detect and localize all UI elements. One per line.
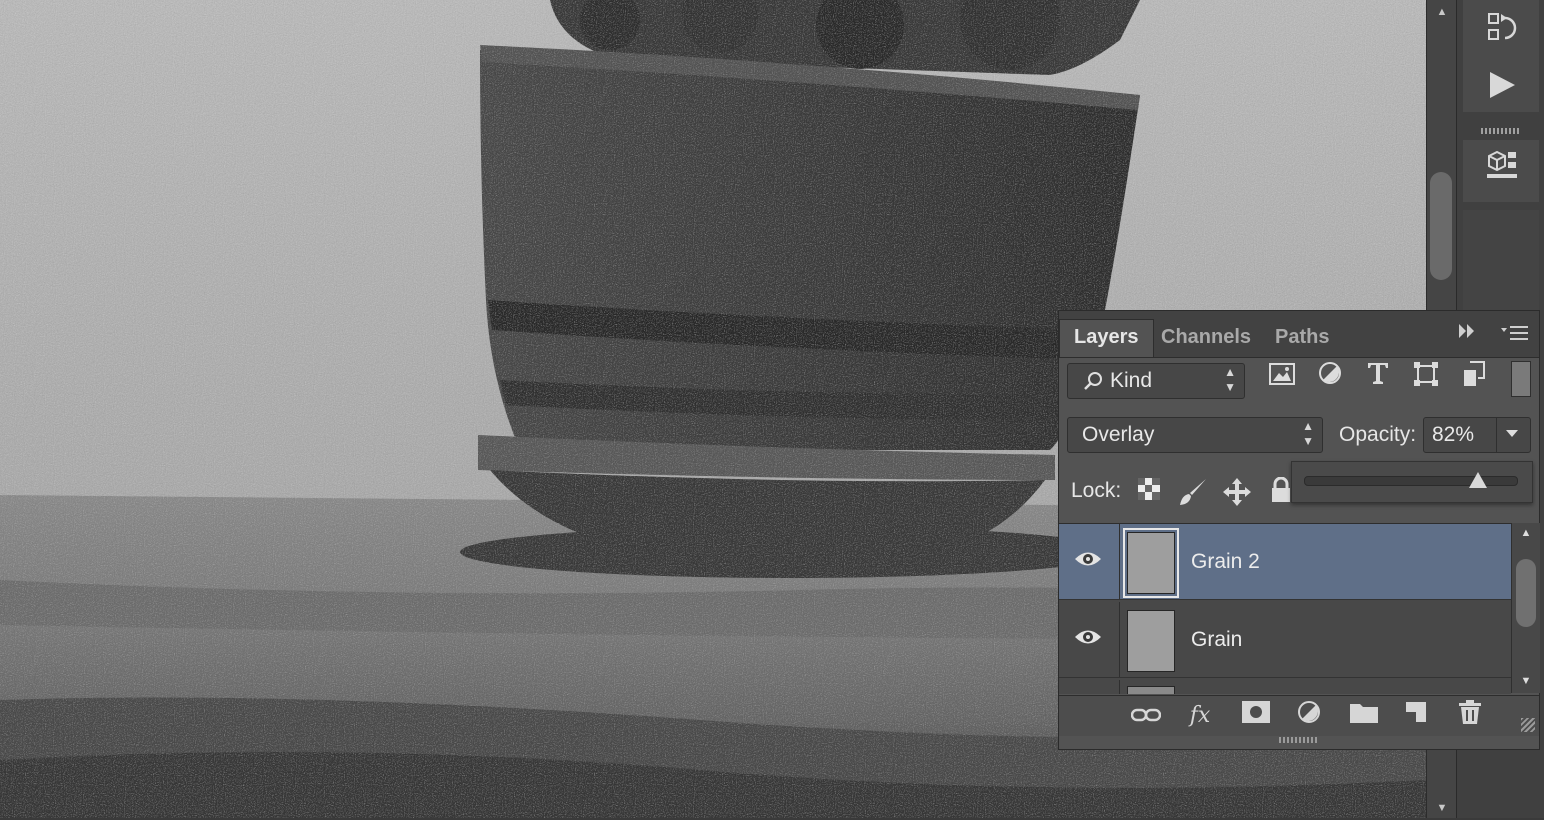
lock-transparency-icon[interactable] (1133, 477, 1165, 509)
opacity-slider-popup[interactable] (1291, 461, 1533, 503)
lock-move-icon[interactable] (1221, 477, 1253, 509)
add-mask-icon[interactable] (1239, 700, 1273, 732)
layer-row-partial (1059, 680, 1511, 694)
layer-name[interactable]: Grain 2 (1191, 524, 1260, 600)
layers-bottom-toolbar: fx (1059, 695, 1539, 736)
lock-label: Lock: (1071, 479, 1122, 502)
shape-layer-filter-icon[interactable] (1409, 361, 1443, 395)
new-layer-icon[interactable] (1399, 700, 1433, 732)
link-layers-icon[interactable] (1129, 700, 1163, 732)
layer-row[interactable]: Grain 2 (1059, 524, 1511, 600)
opacity-divider (1496, 418, 1497, 452)
kind-label: Kind (1110, 369, 1153, 392)
row-divider (1119, 680, 1120, 694)
opacity-slider-handle[interactable] (1468, 472, 1487, 488)
chevron-updown-icon: ▲ ▼ (1224, 365, 1236, 394)
dock-group-1 (1463, 0, 1539, 112)
layer-row[interactable]: Grain (1059, 602, 1511, 678)
scroll-down-arrow[interactable]: ▼ (1512, 675, 1540, 687)
smart-object-filter-icon[interactable] (1457, 361, 1491, 395)
chevron-updown-icon: ▲ ▼ (1302, 419, 1314, 448)
filter-toggle-switch[interactable] (1511, 361, 1531, 397)
layers-scroll-thumb[interactable] (1516, 559, 1536, 627)
type-layer-filter-icon[interactable] (1361, 361, 1395, 395)
visibility-eye-icon[interactable] (1073, 546, 1103, 576)
layer-style-fx-icon[interactable]: fx (1183, 700, 1217, 732)
dropdown-arrow-icon[interactable] (1506, 430, 1518, 437)
scroll-down-arrow[interactable]: ▼ (1427, 796, 1457, 820)
panel-tab-bar: Layers Channels Paths (1059, 311, 1539, 358)
scroll-up-arrow[interactable]: ▲ (1512, 527, 1540, 539)
layer-name[interactable]: Grain (1191, 602, 1242, 678)
layers-scrollbar[interactable]: ▲ ▼ (1511, 523, 1540, 693)
layers-panel: Layers Channels Paths Kind ▲ ▼ Overlay ▲ ▼… (1058, 310, 1540, 750)
layers-list: Grain 2 Grain (1059, 523, 1511, 694)
layer-kind-filter-select[interactable]: Kind ▲ ▼ (1067, 363, 1245, 399)
visibility-eye-icon[interactable] (1073, 624, 1103, 654)
row-divider (1119, 602, 1120, 677)
history-icon[interactable] (1485, 10, 1519, 44)
play-icon[interactable] (1485, 68, 1519, 102)
dock-group-2 (1463, 140, 1539, 202)
new-adjustment-layer-icon[interactable] (1293, 700, 1327, 732)
scroll-up-arrow[interactable]: ▲ (1427, 0, 1457, 24)
search-icon (1082, 364, 1104, 398)
adjustment-layer-filter-icon[interactable] (1313, 361, 1347, 395)
collapse-panel-icon[interactable] (1457, 321, 1477, 347)
scroll-thumb[interactable] (1430, 172, 1452, 280)
lock-brush-icon[interactable] (1177, 477, 1209, 509)
blend-mode-select[interactable]: Overlay ▲ ▼ (1067, 417, 1323, 453)
layer-thumbnail[interactable] (1123, 528, 1179, 598)
dock-empty-area (1463, 210, 1539, 310)
tab-channels[interactable]: Channels (1147, 321, 1265, 357)
pixel-layer-filter-icon[interactable] (1265, 361, 1299, 395)
layer-thumbnail[interactable] (1127, 610, 1175, 672)
row-divider (1119, 524, 1120, 599)
panel-menu-icon[interactable] (1501, 323, 1529, 349)
delete-layer-trash-icon[interactable] (1453, 700, 1487, 732)
panel-bottom-grip[interactable] (1279, 737, 1319, 743)
3d-cube-icon[interactable] (1485, 148, 1519, 182)
layer-thumbnail (1127, 686, 1175, 694)
opacity-label: Opacity: (1339, 423, 1417, 446)
tab-layers[interactable]: Layers (1059, 319, 1154, 357)
panel-resize-grip[interactable] (1521, 718, 1535, 732)
opacity-value[interactable]: 82% (1432, 418, 1474, 452)
new-group-folder-icon[interactable] (1347, 700, 1381, 732)
tab-paths[interactable]: Paths (1261, 321, 1343, 357)
dock-grip[interactable] (1481, 128, 1521, 134)
opacity-field[interactable]: 82% (1423, 417, 1531, 453)
blend-mode-value: Overlay (1082, 423, 1155, 446)
